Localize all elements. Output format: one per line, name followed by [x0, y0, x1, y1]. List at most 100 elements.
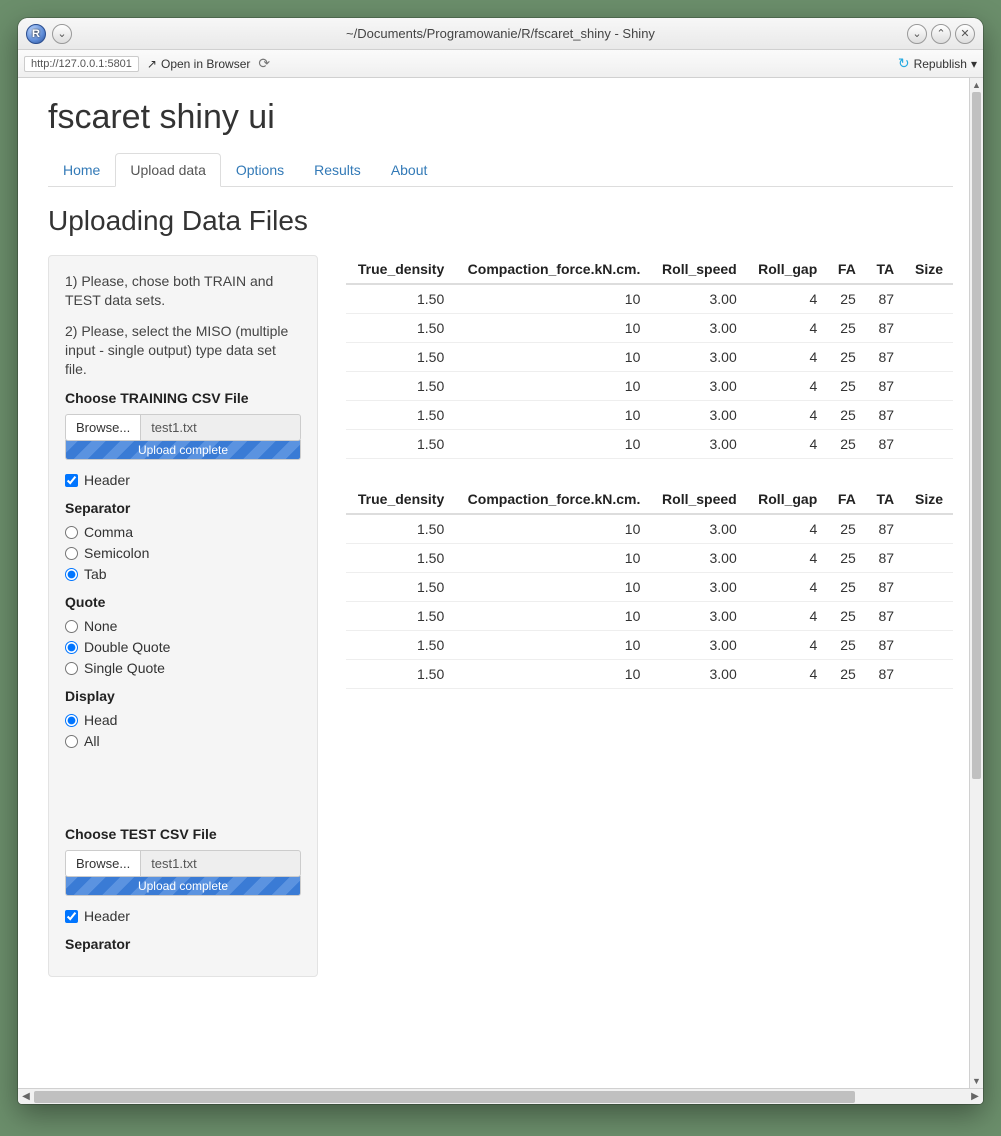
minimize-button[interactable]: ⌄: [907, 24, 927, 44]
cell: 87: [866, 430, 904, 459]
tab-about[interactable]: About: [376, 153, 443, 187]
table-row: 1.50103.0042587: [346, 430, 953, 459]
browse-button[interactable]: Browse...: [65, 850, 140, 877]
url-field[interactable]: http://127.0.0.1:5801: [24, 56, 139, 72]
display-radio-head[interactable]: [65, 714, 78, 727]
header-checkbox-2[interactable]: [65, 910, 78, 923]
column-header: Roll_speed: [650, 255, 746, 284]
cell: 25: [827, 660, 866, 689]
test-file-name: test1.txt: [140, 850, 301, 877]
cell: 1.50: [346, 343, 454, 372]
tab-home[interactable]: Home: [48, 153, 115, 187]
browse-button[interactable]: Browse...: [65, 414, 140, 441]
cell: 4: [747, 284, 828, 314]
quote-radio-none[interactable]: [65, 620, 78, 633]
cell: 87: [866, 314, 904, 343]
cell: [904, 631, 953, 660]
progress-bar: Upload complete: [66, 876, 300, 895]
train-file-input: Browse... test1.txt: [65, 414, 301, 441]
cell: 87: [866, 573, 904, 602]
cell: 4: [747, 430, 828, 459]
column-header: Compaction_force.kN.cm.: [454, 485, 650, 514]
cell: 10: [454, 631, 650, 660]
quote-radio-single-quote[interactable]: [65, 662, 78, 675]
table-row: 1.50103.0042587: [346, 314, 953, 343]
display-radio-all[interactable]: [65, 735, 78, 748]
vertical-scrollbar[interactable]: ▲ ▼: [969, 78, 983, 1088]
scroll-down-icon[interactable]: ▼: [970, 1074, 983, 1088]
cell: 1.50: [346, 284, 454, 314]
quote-radio-label: None: [84, 618, 117, 634]
cell: 25: [827, 372, 866, 401]
cell: 1.50: [346, 314, 454, 343]
cell: 25: [827, 430, 866, 459]
separator-radio-comma[interactable]: [65, 526, 78, 539]
cell: 87: [866, 660, 904, 689]
scroll-thumb-h[interactable]: [34, 1091, 855, 1103]
cell: 10: [454, 284, 650, 314]
column-header: TA: [866, 255, 904, 284]
cell: 1.50: [346, 372, 454, 401]
scroll-up-icon[interactable]: ▲: [970, 78, 983, 92]
toolbar: http://127.0.0.1:5801 ↗ Open in Browser …: [18, 50, 983, 78]
cell: 4: [747, 343, 828, 372]
cell: 25: [827, 514, 866, 544]
cell: 4: [747, 401, 828, 430]
column-header: Size: [904, 255, 953, 284]
header-checkbox[interactable]: [65, 474, 78, 487]
sidebar-panel: 1) Please, chose both TRAIN and TEST dat…: [48, 255, 318, 977]
quote-radio-label: Double Quote: [84, 639, 170, 655]
column-header: Roll_speed: [650, 485, 746, 514]
cell: 25: [827, 602, 866, 631]
cell: 10: [454, 660, 650, 689]
separator-radio-semicolon[interactable]: [65, 547, 78, 560]
scroll-right-icon[interactable]: ▶: [967, 1089, 983, 1104]
republish-button[interactable]: ↻ Republish ▾: [898, 55, 977, 72]
table-row: 1.50103.0042587: [346, 544, 953, 573]
tab-options[interactable]: Options: [221, 153, 299, 187]
cell: 25: [827, 284, 866, 314]
cell: 10: [454, 544, 650, 573]
table-row: 1.50103.0042587: [346, 660, 953, 689]
test-file-input: Browse... test1.txt: [65, 850, 301, 877]
display-radio-label: All: [84, 733, 100, 749]
open-in-browser-button[interactable]: ↗ Open in Browser: [147, 57, 250, 71]
separator-radio-tab[interactable]: [65, 568, 78, 581]
separator-2-label: Separator: [65, 936, 301, 952]
cell: 3.00: [650, 343, 746, 372]
close-button[interactable]: ✕: [955, 24, 975, 44]
cell: 87: [866, 514, 904, 544]
separator-radio-label: Semicolon: [84, 545, 149, 561]
cell: 4: [747, 314, 828, 343]
cell: 1.50: [346, 602, 454, 631]
cell: 1.50: [346, 660, 454, 689]
cell: 87: [866, 372, 904, 401]
scroll-thumb[interactable]: [972, 92, 981, 779]
refresh-icon[interactable]: ⟳: [258, 55, 270, 72]
quote-label: Quote: [65, 594, 301, 610]
app-badge-icon: R: [26, 24, 46, 44]
table-row: 1.50103.0042587: [346, 573, 953, 602]
cell: 87: [866, 631, 904, 660]
quote-radio-double-quote[interactable]: [65, 641, 78, 654]
titlebar-menu-button[interactable]: ⌄: [52, 24, 72, 44]
cell: 3.00: [650, 602, 746, 631]
horizontal-scrollbar[interactable]: ◀ ▶: [18, 1088, 983, 1104]
table-row: 1.50103.0042587: [346, 372, 953, 401]
cell: [904, 660, 953, 689]
cell: 1.50: [346, 631, 454, 660]
scroll-left-icon[interactable]: ◀: [18, 1089, 34, 1104]
cell: [904, 602, 953, 631]
cell: 25: [827, 573, 866, 602]
tab-results[interactable]: Results: [299, 153, 376, 187]
column-header: True_density: [346, 255, 454, 284]
maximize-button[interactable]: ⌃: [931, 24, 951, 44]
cell: [904, 372, 953, 401]
test-upload-progress: Upload complete: [65, 876, 301, 896]
cell: 25: [827, 544, 866, 573]
cell: 1.50: [346, 430, 454, 459]
tab-upload-data[interactable]: Upload data: [115, 153, 221, 187]
cell: 1.50: [346, 401, 454, 430]
window-title: ~/Documents/Programowanie/R/fscaret_shin…: [18, 26, 983, 41]
content: fscaret shiny ui HomeUpload dataOptionsR…: [18, 78, 983, 1088]
